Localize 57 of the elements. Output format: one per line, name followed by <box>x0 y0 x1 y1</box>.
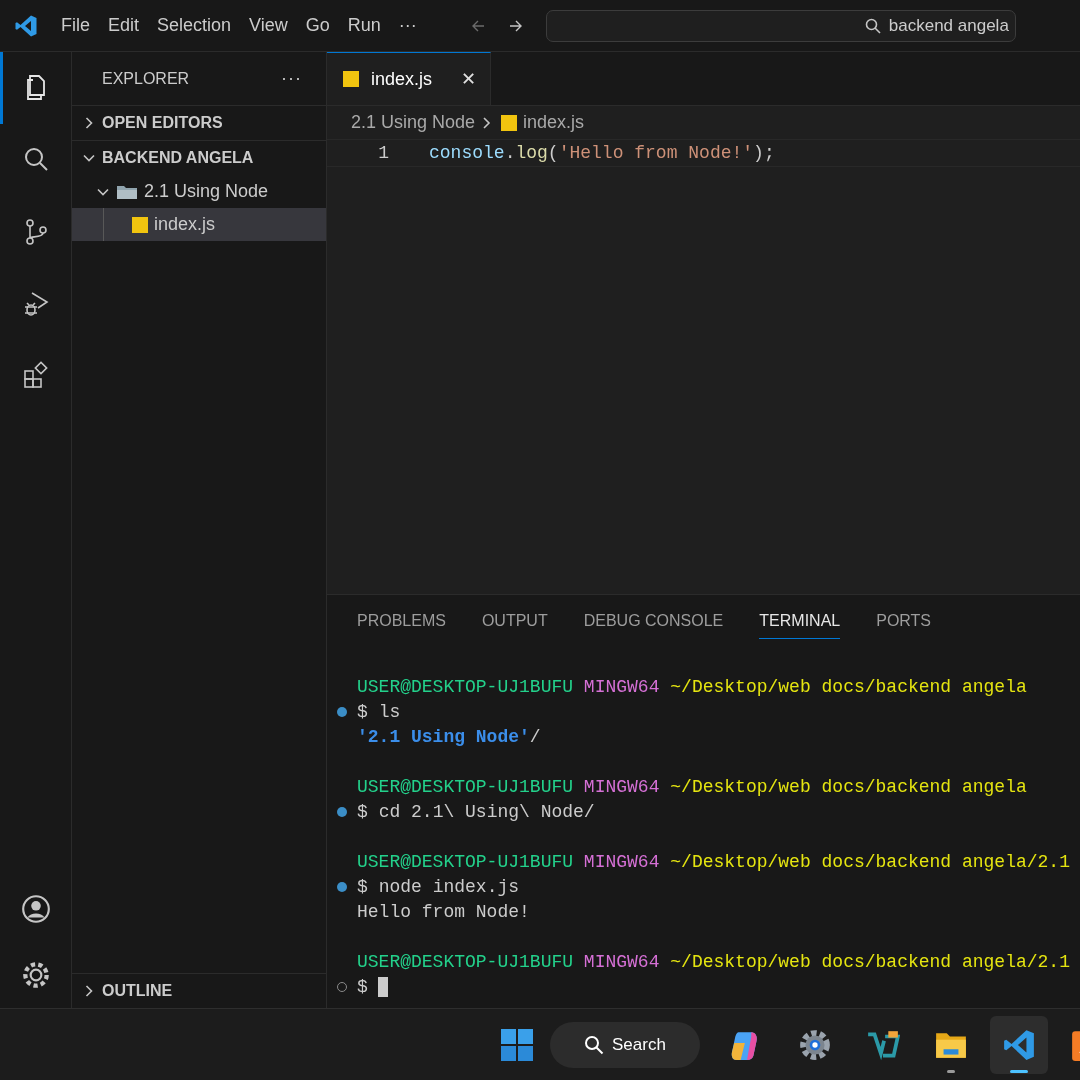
terminal-prompt-system: MINGW64 <box>583 951 660 972</box>
panel-tab[interactable]: PROBLEMS <box>357 600 446 639</box>
menu-item[interactable]: File <box>52 11 99 40</box>
terminal-prompt-path: ~/Desktop/web docs/backend angela <box>670 776 1027 797</box>
prompt-symbol: $ <box>357 701 368 722</box>
terminal-prompt-path: ~/Desktop/web docs/backend angela <box>670 676 1027 697</box>
tree-item[interactable]: 2.1 Using Node <box>72 175 326 208</box>
terminal-prompt-user: USER@DESKTOP-UJ1BUFU <box>357 951 574 972</box>
line-number: 1 <box>377 143 390 163</box>
breadcrumb-item[interactable]: index.js <box>523 112 585 133</box>
menu-item[interactable]: Selection <box>148 11 241 40</box>
section-header[interactable]: OPEN EDITORS <box>72 105 326 140</box>
close-button[interactable]: ✕ <box>461 68 476 90</box>
panel-tab[interactable]: TERMINAL <box>759 600 841 639</box>
more-actions-button[interactable]: ··· <box>281 68 302 89</box>
terminal-prompt-user: USER@DESKTOP-UJ1BUFU <box>357 851 574 872</box>
search-icon <box>864 17 881 34</box>
account-icon[interactable] <box>19 893 52 925</box>
panel-tab[interactable]: OUTPUT <box>481 600 548 639</box>
terminal-prompt-system: MINGW64 <box>583 851 660 872</box>
section-header[interactable]: BACKEND ANGELA <box>72 140 326 175</box>
code-line: console.log('Hello from Node!'); <box>429 143 775 163</box>
menu-item[interactable]: View <box>240 11 297 40</box>
editor-tab[interactable]: index.js ✕ <box>327 52 491 105</box>
menu-item[interactable]: Go <box>296 11 339 40</box>
terminal-command: cd 2.1\ Using\ Node/ <box>378 801 595 822</box>
prompt-symbol: $ <box>357 976 368 997</box>
terminal-prompt-path: ~/Desktop/web docs/backend angela/2.1 <box>670 951 1070 972</box>
taskbar-app-button[interactable] <box>990 1015 1048 1074</box>
prompt-symbol: $ <box>357 876 368 897</box>
taskbar-search-button[interactable]: Search <box>550 1021 700 1068</box>
panel-tab[interactable]: DEBUG CONSOLE <box>583 600 724 639</box>
terminal-command: node index.js <box>378 876 520 897</box>
menu-item[interactable]: Run <box>338 11 390 40</box>
terminal-output: Hello from Node! <box>357 901 530 922</box>
forward-arrow-icon[interactable] <box>507 19 524 32</box>
prompt-symbol: $ <box>357 801 368 822</box>
terminal-prompt-path: ~/Desktop/web docs/backend angela/2.1 <box>670 851 1070 872</box>
tree-item[interactable]: index.js <box>72 208 326 241</box>
gear-icon <box>798 1027 832 1062</box>
vscode-logo-icon <box>14 13 38 38</box>
vscode-icon <box>1002 1027 1036 1062</box>
more-menu[interactable]: ··· <box>389 11 426 40</box>
search-icon <box>584 1034 604 1055</box>
folder-icon <box>116 183 138 200</box>
sidebar-title: EXPLORER <box>102 69 190 88</box>
terminal-output: '2.1 Using Node'/ <box>357 726 541 747</box>
start-icon[interactable] <box>500 1027 534 1062</box>
panel-tab[interactable]: PORTS <box>876 600 932 639</box>
command-center-field[interactable]: backend angela <box>545 9 1016 42</box>
terminal-command: ls <box>378 701 401 722</box>
breadcrumb-item[interactable]: 2.1 Using Node <box>351 112 476 133</box>
terminal-prompt-user: USER@DESKTOP-UJ1BUFU <box>357 676 574 697</box>
terminal-prompt-user: USER@DESKTOP-UJ1BUFU <box>357 776 574 797</box>
terminal-prompt-system: MINGW64 <box>583 776 660 797</box>
terminal-prompt-system: MINGW64 <box>583 676 660 697</box>
menu-item[interactable]: Edit <box>99 11 149 40</box>
